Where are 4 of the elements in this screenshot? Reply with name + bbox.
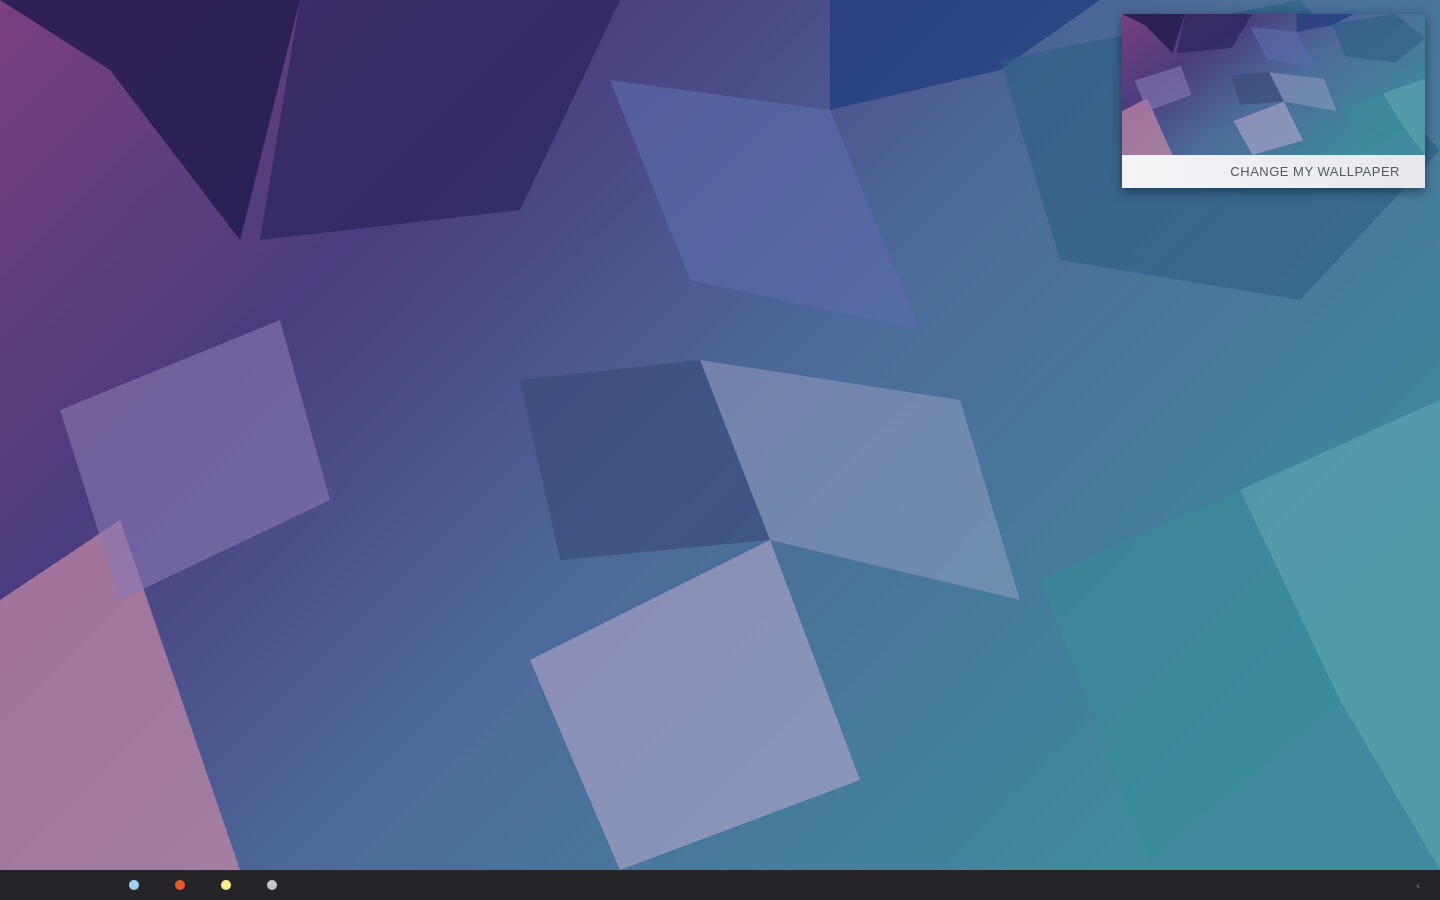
workspace-dot[interactable]	[129, 880, 139, 890]
workspace-dot[interactable]	[267, 880, 277, 890]
workspace-dot[interactable]	[221, 880, 231, 890]
workspace-dot[interactable]	[175, 880, 185, 890]
